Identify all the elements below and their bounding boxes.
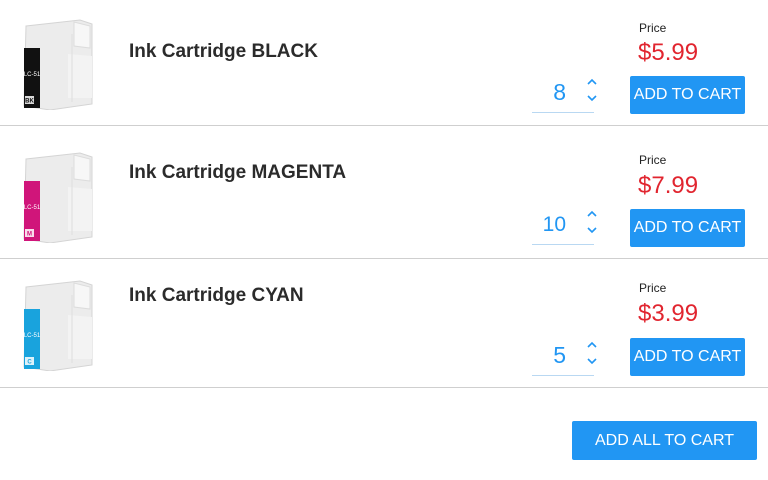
price-value: $7.99	[638, 172, 699, 199]
quantity-spinner[interactable]	[585, 339, 599, 373]
quantity-stepper[interactable]: 8	[532, 78, 597, 113]
quantity-stepper[interactable]: 10	[532, 210, 597, 245]
product-image-magenta: LC-51 M	[20, 151, 100, 244]
add-to-cart-button[interactable]: ADD TO CART	[630, 338, 745, 376]
chevron-down-icon[interactable]	[587, 358, 597, 365]
product-name: Ink Cartridge BLACK	[129, 41, 318, 62]
add-to-cart-button[interactable]: ADD TO CART	[630, 209, 745, 247]
svg-text:LC-51: LC-51	[24, 72, 41, 78]
svg-text:BK: BK	[25, 99, 34, 105]
chevron-down-icon[interactable]	[587, 227, 597, 234]
price-value: $3.99	[638, 300, 699, 327]
quantity-value[interactable]: 10	[543, 213, 566, 237]
svg-text:M: M	[27, 232, 32, 238]
chevron-up-icon[interactable]	[587, 78, 597, 85]
price-label: Price	[639, 281, 667, 295]
product-row-magenta: LC-51 M Ink Cartridge MAGENTA 10 Price $…	[0, 126, 768, 259]
add-all-to-cart-button[interactable]: ADD ALL TO CART	[572, 421, 757, 460]
quantity-value[interactable]: 8	[553, 79, 566, 106]
product-row-black: LC-51 BK Ink Cartridge BLACK 8 Price $5.…	[0, 0, 768, 126]
quantity-value[interactable]: 5	[553, 342, 566, 369]
product-image-cyan: LC-51 C	[20, 279, 100, 372]
ink-cartridge-icon: LC-51 C	[23, 280, 93, 372]
svg-text:C: C	[27, 360, 32, 366]
chevron-down-icon[interactable]	[587, 95, 597, 102]
svg-text:LC-51: LC-51	[24, 333, 41, 339]
product-image-black: LC-51 BK	[20, 18, 100, 111]
quantity-spinner[interactable]	[585, 208, 599, 242]
ink-cartridge-icon: LC-51 BK	[23, 19, 93, 111]
svg-text:LC-51: LC-51	[24, 205, 41, 211]
product-row-cyan: LC-51 C Ink Cartridge CYAN 5 Price $3.99…	[0, 259, 768, 388]
ink-cartridge-icon: LC-51 M	[23, 152, 93, 244]
chevron-up-icon[interactable]	[587, 210, 597, 217]
quantity-stepper[interactable]: 5	[532, 341, 597, 376]
product-name: Ink Cartridge MAGENTA	[129, 162, 347, 183]
price-value: $5.99	[638, 39, 699, 66]
quantity-spinner[interactable]	[585, 76, 599, 110]
add-to-cart-button[interactable]: ADD TO CART	[630, 76, 745, 114]
price-label: Price	[639, 153, 667, 167]
price-label: Price	[639, 21, 667, 35]
chevron-up-icon[interactable]	[587, 341, 597, 348]
product-name: Ink Cartridge CYAN	[129, 285, 304, 306]
